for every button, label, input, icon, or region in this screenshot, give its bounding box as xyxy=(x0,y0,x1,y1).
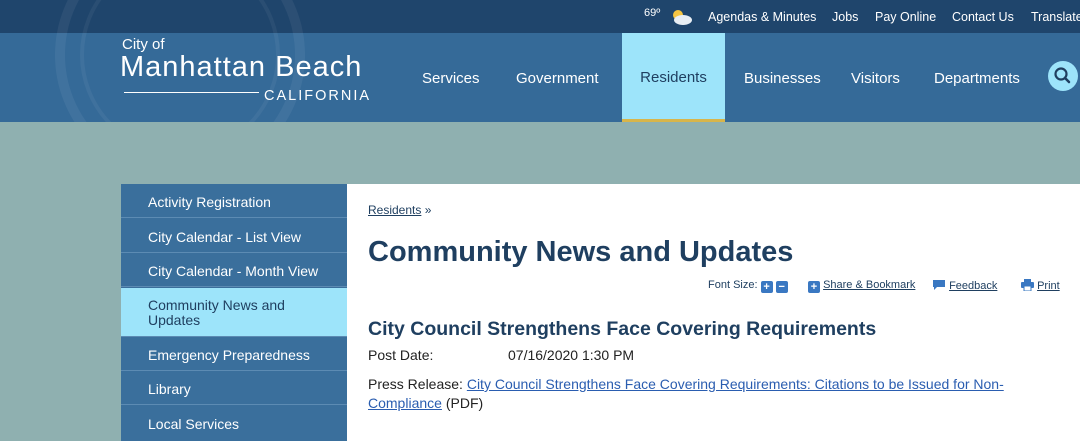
weather-temperature: 69º xyxy=(644,7,661,19)
breadcrumb-residents-link[interactable]: Residents xyxy=(368,203,421,217)
print-label: Print xyxy=(1037,280,1060,292)
partly-cloudy-icon xyxy=(673,10,692,25)
sidebar-item-label: Local Services xyxy=(148,415,240,432)
search-icon xyxy=(1054,67,1071,84)
site-header: 69º Agendas & Minutes Jobs Pay Online Co… xyxy=(0,0,1080,122)
link-agendas-minutes[interactable]: Agendas & Minutes xyxy=(708,10,816,24)
logo-state: CALIFORNIA xyxy=(264,88,372,104)
feedback-icon xyxy=(933,280,945,290)
nav-visitors[interactable]: Visitors xyxy=(851,70,900,87)
sidebar-item-calendar-month[interactable]: City Calendar - Month View xyxy=(121,253,347,287)
nav-government[interactable]: Government xyxy=(516,70,599,87)
font-increase-icon[interactable]: + xyxy=(760,281,773,293)
sidebar-item-activity-registration[interactable]: Activity Registration xyxy=(121,184,347,218)
breadcrumb: Residents » xyxy=(368,203,431,217)
sidebar-item-library[interactable]: Library xyxy=(121,371,347,405)
font-size-label: Font Size: xyxy=(708,279,758,291)
sidebar-item-label: Activity Registration xyxy=(148,194,271,210)
sidebar-item-label: City Calendar - Month View xyxy=(148,263,319,279)
sidebar-item-calendar-list[interactable]: City Calendar - List View xyxy=(121,219,347,253)
press-release-label: Press Release: xyxy=(368,376,463,392)
search-button[interactable] xyxy=(1048,61,1078,91)
print-link[interactable]: Print xyxy=(1021,279,1060,292)
link-translate[interactable]: Translate xyxy=(1031,10,1080,24)
feedback-link[interactable]: Feedback xyxy=(932,279,997,292)
nav-businesses[interactable]: Businesses xyxy=(744,70,821,87)
sidebar-item-label: Emergency Preparedness xyxy=(148,346,310,363)
nav-departments[interactable]: Departments xyxy=(934,70,1020,87)
nav-services[interactable]: Services xyxy=(422,70,480,87)
page-title: Community News and Updates xyxy=(368,236,794,268)
press-release-format: (PDF) xyxy=(445,395,484,411)
logo-divider xyxy=(124,92,259,93)
sidebar-item-label: Library xyxy=(148,381,191,397)
post-date-label: Post Date: xyxy=(368,347,434,363)
feedback-label: Feedback xyxy=(949,280,998,292)
sidebar-nav: Activity Registration City Calendar - Li… xyxy=(121,184,347,441)
sidebar-item-emergency-preparedness[interactable]: Emergency Preparedness xyxy=(121,337,347,371)
breadcrumb-separator: » xyxy=(424,203,432,217)
nav-residents-label: Residents xyxy=(640,69,707,86)
share-bookmark-link[interactable]: + Share & Bookmark xyxy=(808,279,915,293)
sidebar-item-label: City Calendar - List View xyxy=(148,228,302,245)
press-release: Press Release: City Council Strengthens … xyxy=(368,375,1028,413)
link-pay-online[interactable]: Pay Online xyxy=(875,10,936,24)
sidebar-item-local-services[interactable]: Local Services xyxy=(121,406,347,440)
share-bookmark-label: Share & Bookmark xyxy=(823,279,916,291)
sidebar-item-community-news[interactable]: Community News and Updates xyxy=(121,287,347,337)
link-contact-us[interactable]: Contact Us xyxy=(952,10,1014,24)
link-jobs[interactable]: Jobs xyxy=(832,10,858,24)
main-content: Residents » Community News and Updates F… xyxy=(347,184,1080,441)
post-date-value: 07/16/2020 1:30 PM xyxy=(508,347,635,363)
sidebar-item-label: Community News and Updates xyxy=(148,296,285,328)
nav-residents[interactable]: Residents xyxy=(622,33,725,122)
font-decrease-icon[interactable]: − xyxy=(775,281,788,293)
logo-city-name: Manhattan Beach xyxy=(120,51,363,83)
article-title: City Council Strengthens Face Covering R… xyxy=(368,318,877,340)
print-icon xyxy=(1021,279,1034,292)
font-size-control: Font Size: + − xyxy=(708,279,788,293)
share-plus-icon: + xyxy=(808,281,820,293)
